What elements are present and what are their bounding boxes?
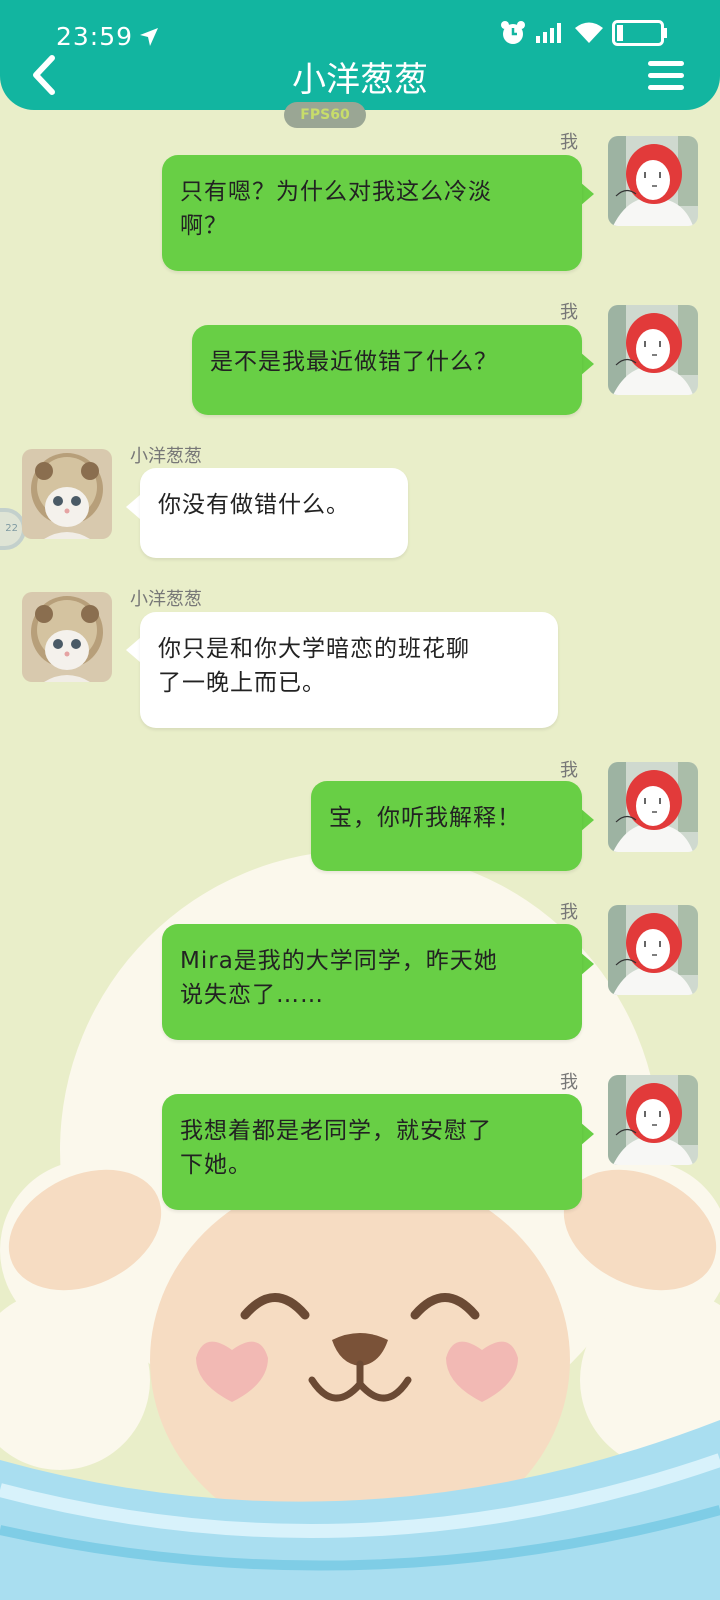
message-line: 说失恋了…… xyxy=(180,982,324,1008)
sender-name: 我 xyxy=(560,302,578,323)
message-line: 啊？ xyxy=(180,213,228,239)
message-line: 是不是我最近做错了什么？ xyxy=(210,349,498,375)
chat-bubble[interactable]: 我想着都是老同学，就安慰了 下她。 xyxy=(162,1094,582,1210)
message-line: 宝，你听我解释！ xyxy=(329,805,521,831)
my-avatar[interactable] xyxy=(608,136,698,226)
chat-bubble[interactable]: 只有嗯？为什么对我这么冷淡 啊？ xyxy=(162,155,582,271)
sender-name: 我 xyxy=(560,902,578,923)
sender-name: 小洋葱葱 xyxy=(130,446,202,467)
wifi-icon xyxy=(575,22,603,43)
contact-avatar[interactable] xyxy=(22,592,112,682)
bubble-tail xyxy=(580,952,594,976)
message-line: 我想着都是老同学，就安慰了 xyxy=(180,1118,492,1144)
message-line: 下她。 xyxy=(180,1152,252,1178)
bubble-tail xyxy=(580,808,594,832)
navigation-arrow-icon xyxy=(140,28,158,46)
my-avatar[interactable] xyxy=(608,305,698,395)
chat-header: 23:59 小洋葱葱 xyxy=(0,0,720,110)
contact-avatar[interactable] xyxy=(22,449,112,539)
chat-bubble[interactable]: 是不是我最近做错了什么？ xyxy=(192,325,582,415)
message-line: 你没有做错什么。 xyxy=(158,492,350,518)
sender-name: 小洋葱葱 xyxy=(130,589,202,610)
message-line: 你只是和你大学暗恋的班花聊 xyxy=(158,636,470,662)
message-line: 只有嗯？为什么对我这么冷淡 xyxy=(180,179,492,205)
chat-bubble[interactable]: 你只是和你大学暗恋的班花聊 了一晚上而已。 xyxy=(140,612,558,728)
bubble-tail xyxy=(580,182,594,206)
sender-name: 我 xyxy=(560,760,578,781)
chat-bubble[interactable]: 宝，你听我解释！ xyxy=(311,781,582,871)
sender-name: 我 xyxy=(560,132,578,153)
signal-bars-icon xyxy=(536,23,561,43)
status-time: 23:59 xyxy=(56,22,134,51)
alarm-clock-icon xyxy=(501,21,525,44)
my-avatar[interactable] xyxy=(608,905,698,995)
bubble-tail xyxy=(580,352,594,376)
status-icons xyxy=(500,20,668,46)
battery-icon xyxy=(612,20,667,46)
message-line: Mira是我的大学同学，昨天她 xyxy=(180,948,498,974)
chat-bubble[interactable]: Mira是我的大学同学，昨天她 说失恋了…… xyxy=(162,924,582,1040)
bubble-tail xyxy=(126,638,140,662)
my-avatar[interactable] xyxy=(608,762,698,852)
sender-name: 我 xyxy=(560,1072,578,1093)
bubble-tail xyxy=(126,495,140,519)
chat-title: 小洋葱葱 xyxy=(292,60,428,100)
fps-badge: FPS60 xyxy=(284,102,366,128)
bubble-tail xyxy=(580,1122,594,1146)
chat-bubble[interactable]: 你没有做错什么。 xyxy=(140,468,408,558)
my-avatar[interactable] xyxy=(608,1075,698,1165)
message-line: 了一晚上而已。 xyxy=(158,670,326,696)
hamburger-menu-icon[interactable] xyxy=(646,58,686,94)
